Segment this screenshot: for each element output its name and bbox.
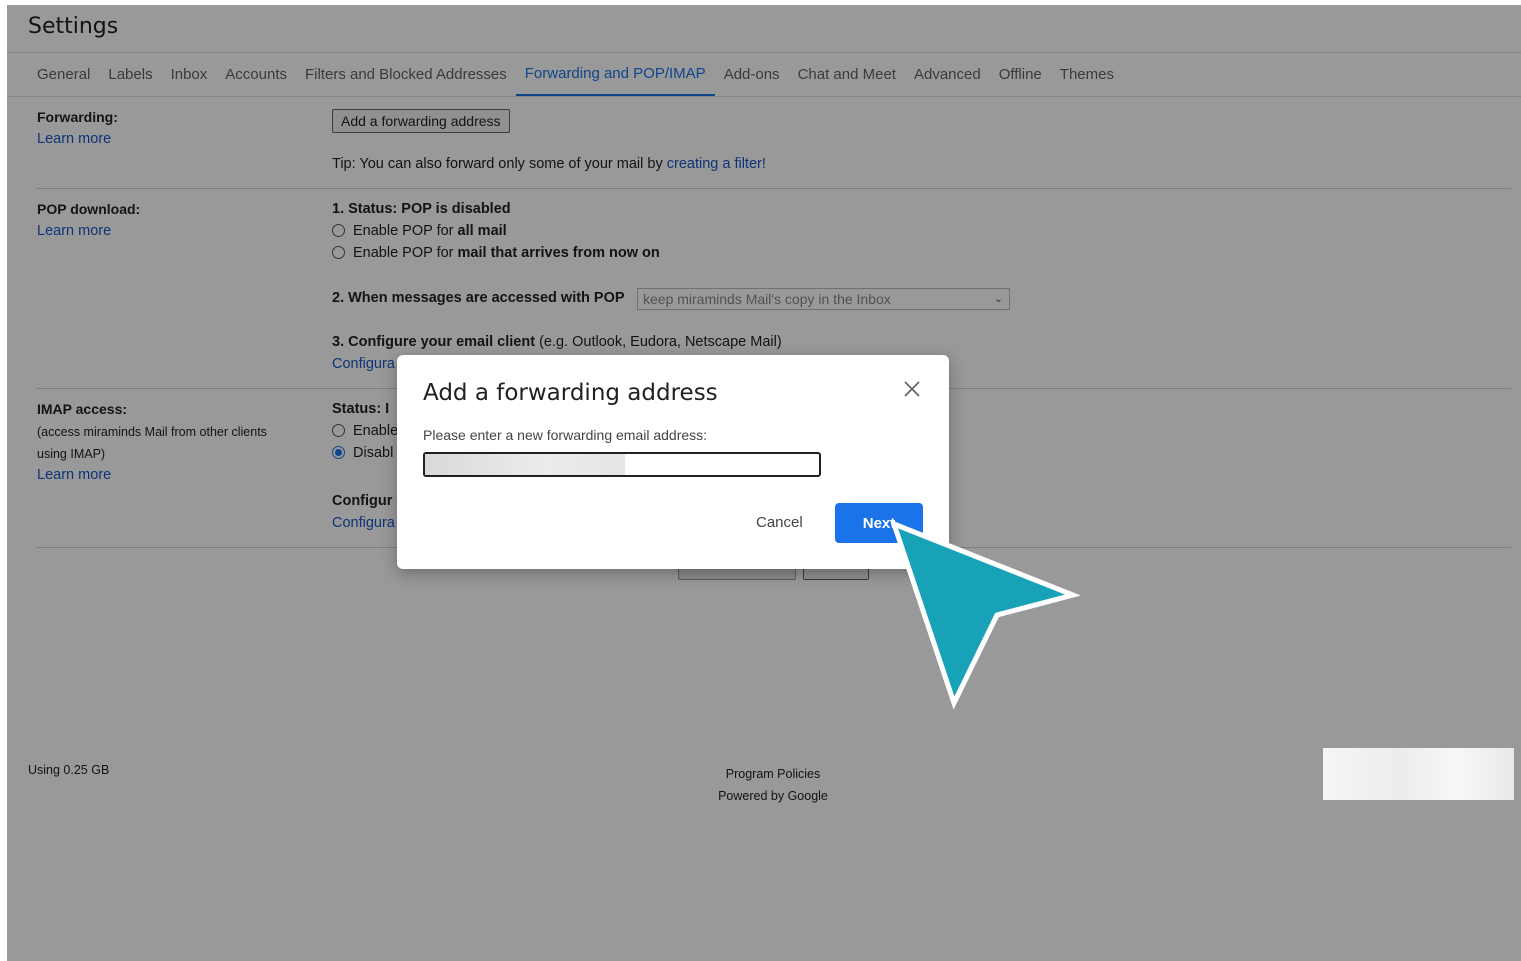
forwarding-email-input[interactable] — [423, 452, 821, 477]
redacted-area — [1323, 748, 1514, 800]
dialog-next-button[interactable]: Next — [835, 503, 923, 543]
dialog-cancel-button[interactable]: Cancel — [744, 503, 815, 543]
add-forwarding-dialog: Add a forwarding address Please enter a … — [397, 355, 949, 569]
dialog-title: Add a forwarding address — [423, 380, 718, 406]
dialog-prompt: Please enter a new forwarding email addr… — [423, 427, 708, 443]
close-icon[interactable] — [900, 377, 924, 401]
